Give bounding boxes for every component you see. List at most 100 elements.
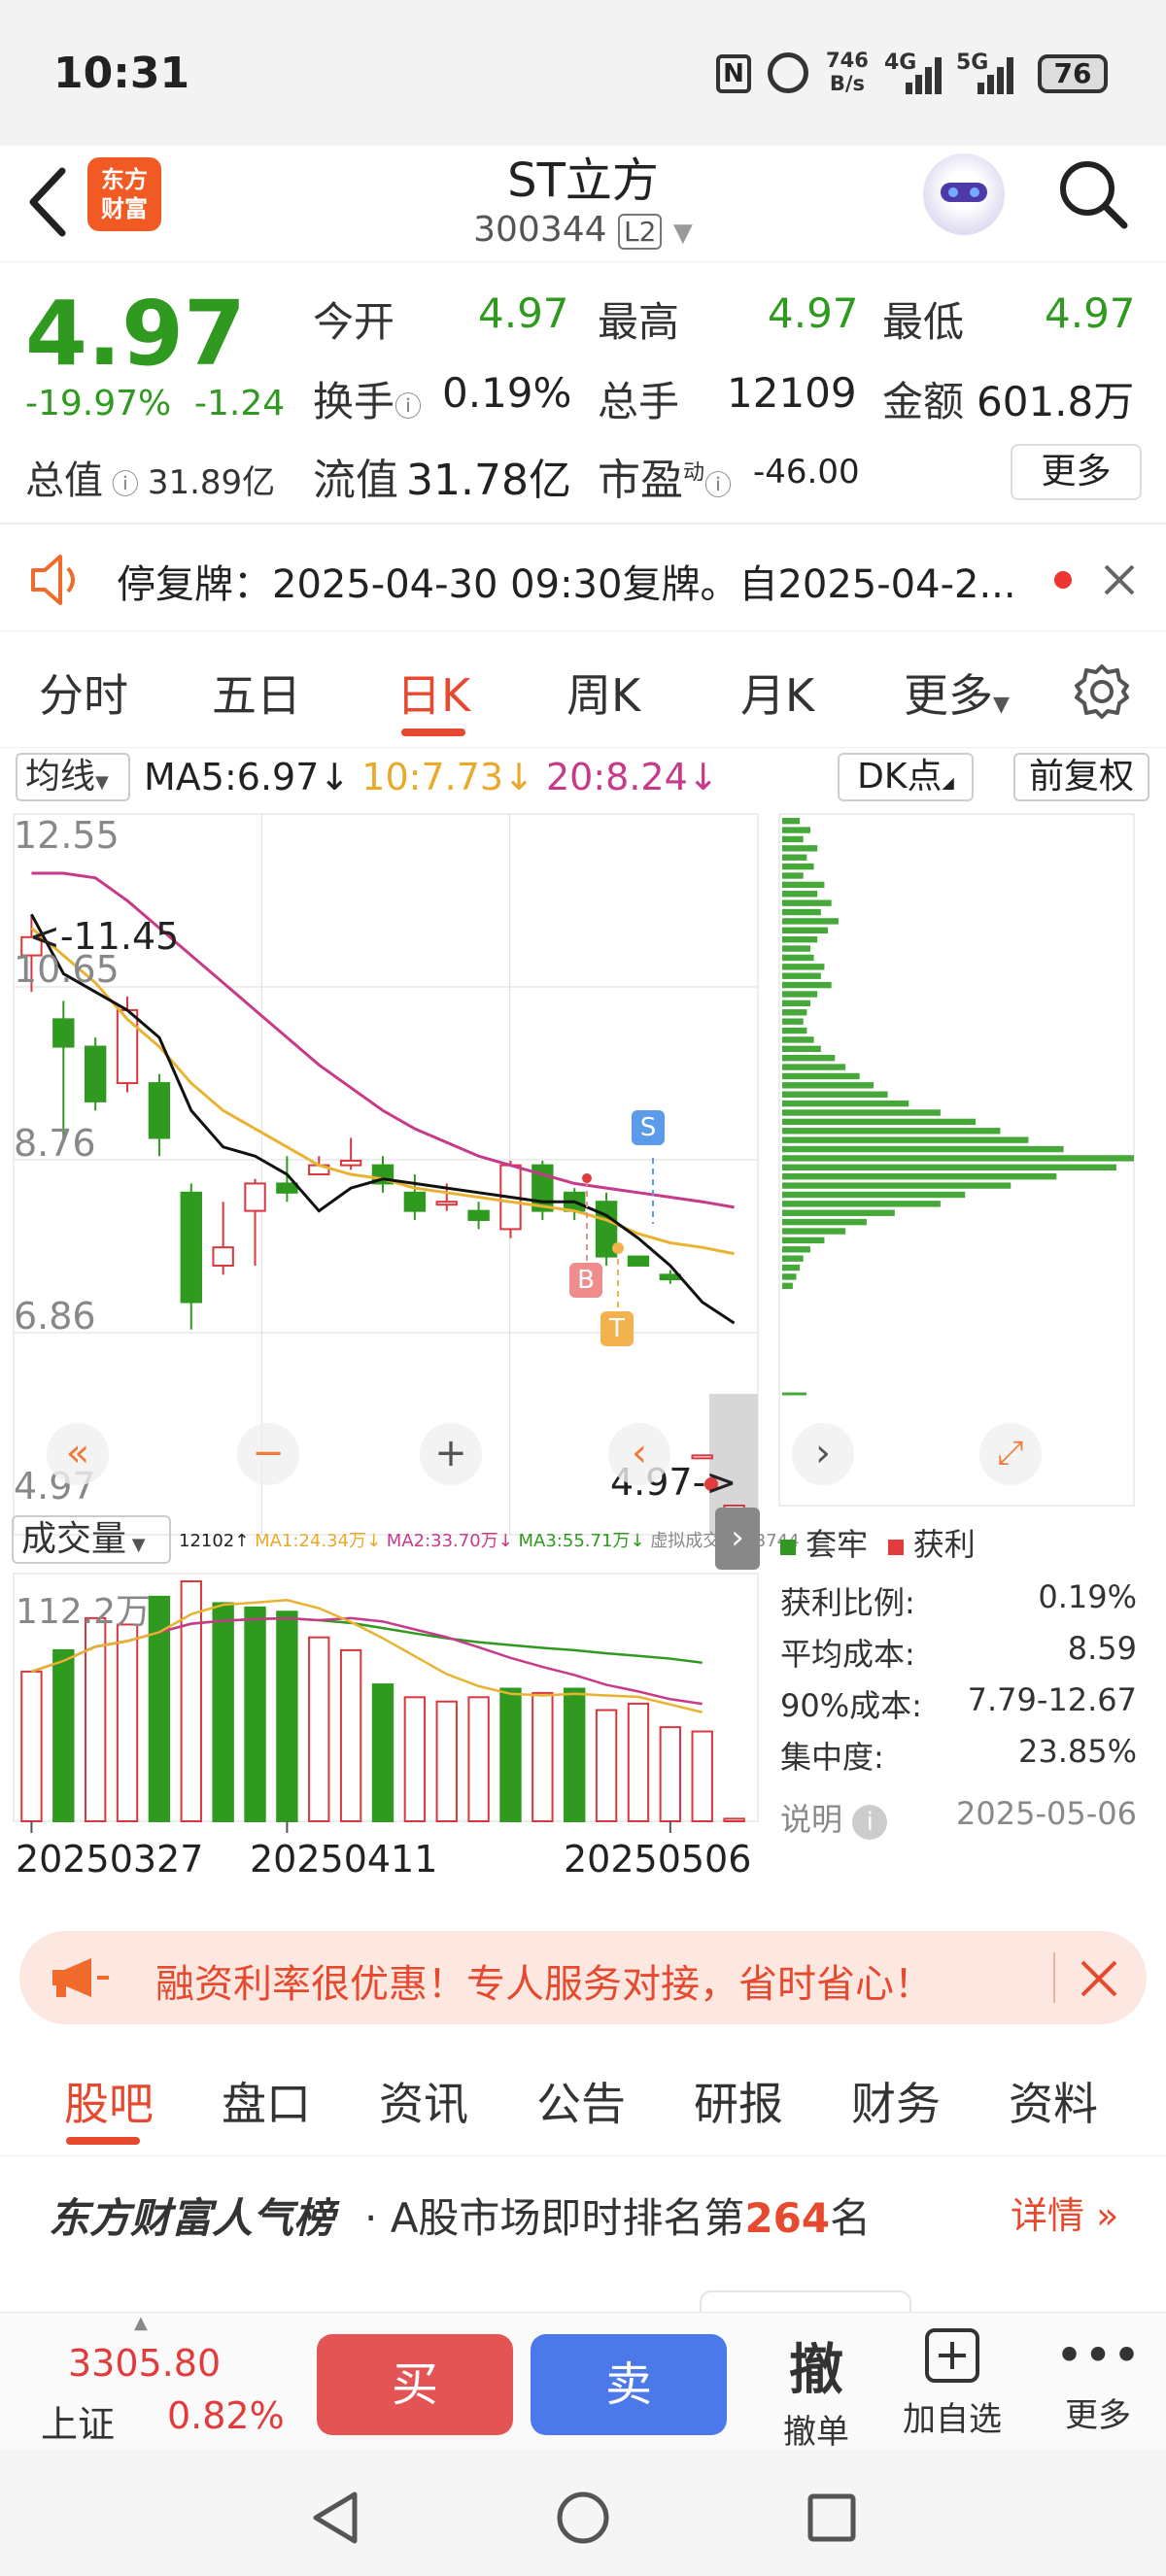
tab-research[interactable]: 研报: [694, 2069, 783, 2133]
close-promo-icon[interactable]: [1079, 1958, 1119, 1999]
rank-detail-link[interactable]: 详情 »: [1011, 2186, 1118, 2239]
cancel-order-button[interactable]: 撤 撤单: [768, 2326, 865, 2453]
rank-brand: 东方财富人气榜: [49, 2194, 335, 2242]
candle-body: [691, 1454, 713, 1460]
add-watchlist-button[interactable]: 加自选: [894, 2326, 1011, 2440]
indicator-select[interactable]: 均线▼: [16, 753, 130, 801]
index-change: 0.82%: [167, 2394, 285, 2437]
tab-news[interactable]: 资讯: [379, 2069, 468, 2133]
expand-volume-button[interactable]: ›: [715, 1508, 760, 1570]
price-adjust-button[interactable]: 前复权: [1013, 753, 1149, 801]
code-dropdown-icon[interactable]: ▼: [673, 219, 693, 248]
volume-bar: [371, 1683, 394, 1823]
step-left-button[interactable]: ‹: [608, 1423, 670, 1485]
turnover-value: 0.19%: [442, 369, 572, 417]
content-tabs: 股吧 盘口 资讯 公告 研报 财务 资料: [0, 2040, 1166, 2156]
notice-text: 停复牌：2025-04-30 09:30复牌。自2025-04-2...: [117, 562, 1016, 607]
tab-weekly-k[interactable]: 周K: [566, 661, 640, 725]
suspension-notice[interactable]: 停复牌：2025-04-30 09:30复牌。自2025-04-2...: [0, 529, 1166, 631]
sell-button[interactable]: 卖: [531, 2334, 727, 2435]
float-value: 31.78亿: [406, 456, 571, 505]
price-axis-label: 6.86: [14, 1295, 96, 1338]
chip-date: 2025-05-06: [956, 1795, 1137, 1832]
tab-announcements[interactable]: 公告: [536, 2069, 626, 2133]
chip-bar: [782, 827, 810, 833]
tab-five-day[interactable]: 五日: [212, 661, 301, 725]
volume-value: 12109: [727, 369, 857, 417]
chip-bar: [782, 854, 807, 861]
chip-bar: [782, 1173, 1057, 1180]
robot-assistant-avatar[interactable]: [923, 153, 1005, 235]
volume-indicator-select[interactable]: 成交量 ▼: [12, 1515, 171, 1564]
zoom-out-button[interactable]: −: [237, 1423, 299, 1485]
volume-bar: [564, 1687, 586, 1823]
popularity-rank[interactable]: 东方财富人气榜 · A股市场即时排名第264名 详情 »: [0, 2156, 1166, 2312]
date-label: 20250327: [16, 1838, 204, 1881]
volume-bar: [52, 1648, 75, 1822]
volume-bar: [212, 1602, 234, 1822]
volume-bar: [116, 1623, 139, 1822]
tab-daily-k[interactable]: 日K: [396, 661, 470, 725]
tab-monthly-k[interactable]: 月K: [740, 661, 814, 725]
chip-help-link[interactable]: 说明 i: [780, 1795, 888, 1840]
tab-more[interactable]: 更多▼: [904, 661, 1010, 725]
volume-bar: [467, 1696, 490, 1822]
high-label: 最高: [598, 298, 680, 346]
rank-text: · A股市场即时排名第264名: [364, 2194, 872, 2242]
dk-point-button[interactable]: DK点◢: [838, 753, 974, 801]
date-label: 20250411: [250, 1838, 438, 1881]
chip-bar: [782, 1264, 801, 1271]
concentration-value: 23.85%: [1017, 1733, 1137, 1770]
tab-guba[interactable]: 股吧: [64, 2069, 154, 2133]
rank-number: 264: [744, 2194, 831, 2242]
t-marker[interactable]: T: [600, 1311, 634, 1346]
more-quote-button[interactable]: 更多: [1011, 444, 1142, 500]
chip-bar: [782, 1109, 941, 1116]
system-nav-bar: [0, 2450, 1166, 2576]
battery-icon: 76: [1038, 54, 1108, 93]
settings-gear-icon[interactable]: [1073, 662, 1131, 721]
turnover-info-icon[interactable]: ⓘ: [394, 390, 422, 423]
index-ticker[interactable]: 3305.80 上证 0.82% ▲: [0, 2313, 292, 2451]
scroll-left-button[interactable]: «: [47, 1423, 109, 1485]
concentration-label: 集中度:: [780, 1739, 884, 1776]
step-right-button[interactable]: ›: [792, 1423, 854, 1485]
tab-finance[interactable]: 财务: [851, 2069, 941, 2133]
chip-bar: [782, 1009, 807, 1016]
nav-back-icon[interactable]: [306, 2489, 364, 2547]
info-icon[interactable]: ⓘ: [103, 468, 148, 500]
ma10-line: [30, 927, 735, 1256]
tab-pankou[interactable]: 盘口: [222, 2069, 311, 2133]
buy-marker[interactable]: B: [569, 1263, 602, 1298]
candle-body: [276, 1182, 298, 1194]
search-icon[interactable]: [1054, 155, 1132, 233]
volume-bar: [499, 1687, 522, 1823]
volume-bar: [627, 1702, 650, 1822]
chip-bar: [782, 1191, 966, 1199]
candle-body: [627, 1255, 650, 1267]
level2-badge[interactable]: L2: [618, 214, 663, 250]
volume-legend: 12102↑ MA1:24.34万↓ MA2:33.70万↓ MA3:55.71…: [179, 1531, 800, 1551]
tab-profile[interactable]: 资料: [1009, 2069, 1098, 2133]
collapse-arrow-icon[interactable]: ▲: [134, 2313, 148, 2333]
promo-banner[interactable]: 融资利率很优惠！专人服务对接，省时省心！: [19, 1931, 1147, 2024]
buy-button[interactable]: 买: [317, 2334, 513, 2435]
nav-recents-icon[interactable]: [803, 2489, 861, 2547]
chip-bar: [782, 1136, 1029, 1143]
close-notice-icon[interactable]: [1100, 560, 1139, 599]
mktcap-label: 总值: [25, 458, 103, 503]
sell-marker[interactable]: S: [632, 1110, 665, 1145]
change-amount: -1.24: [194, 384, 286, 424]
pe-info-icon[interactable]: ⓘ: [704, 469, 732, 501]
zoom-in-button[interactable]: +: [420, 1423, 482, 1485]
chip-bar: [782, 908, 821, 916]
chip-bar: [782, 1201, 941, 1207]
nav-home-icon[interactable]: [554, 2489, 612, 2547]
fullscreen-button[interactable]: ⤢: [979, 1423, 1042, 1485]
chip-bar: [782, 981, 832, 989]
chip-bar: [782, 1164, 1116, 1170]
price-axis-label: 12.55: [14, 814, 120, 857]
tab-intraday[interactable]: 分时: [39, 661, 128, 725]
chip-bar: [782, 1072, 860, 1080]
more-actions-button[interactable]: ••• 更多: [1049, 2326, 1147, 2436]
